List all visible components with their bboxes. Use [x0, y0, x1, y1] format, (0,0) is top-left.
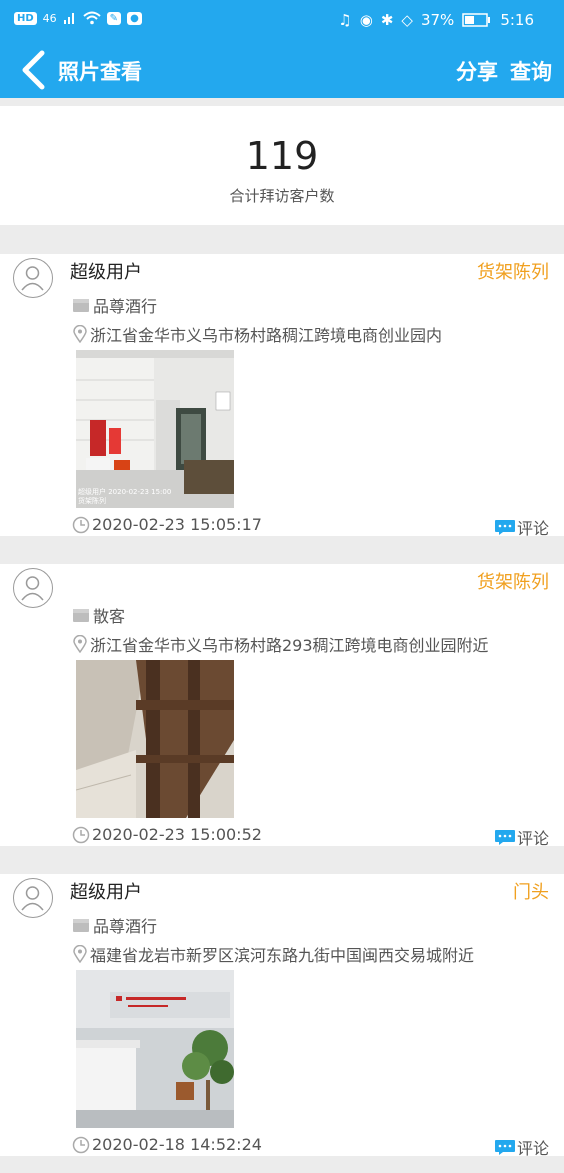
comment-label: 评论	[516, 519, 549, 538]
battery-icon	[462, 13, 491, 27]
avatar	[13, 568, 53, 608]
avatar	[13, 258, 53, 298]
status-left: HD 46 ✎ ●	[14, 11, 142, 25]
visit-photo[interactable]	[76, 660, 234, 818]
time-row: 2020-02-18 14:52:24	[72, 1135, 262, 1154]
wifi-icon	[83, 11, 101, 25]
store-icon	[73, 299, 89, 312]
address-text: 浙江省金华市义乌市杨村路稠江跨境电商创业园内	[90, 326, 443, 345]
store-row: 品尊酒行	[72, 293, 157, 317]
comment-icon	[494, 830, 515, 845]
comment-icon	[494, 1140, 515, 1155]
visit-time: 2020-02-18 14:52:24	[92, 1135, 262, 1154]
visit-photo[interactable]	[76, 970, 234, 1128]
store-row: 散客	[72, 603, 125, 627]
location-icon: ◇	[401, 11, 413, 29]
photo-type-tag: 门头	[513, 882, 549, 903]
location-pin-icon	[73, 945, 87, 963]
comment-button[interactable]: 评论	[494, 825, 549, 849]
store-row: 品尊酒行	[72, 913, 157, 937]
address-row: 浙江省金华市义乌市杨村路稠江跨境电商创业园内	[72, 322, 442, 346]
time-row: 2020-02-23 15:00:52	[72, 825, 262, 844]
store-name: 散客	[93, 607, 126, 626]
user-name: 超级用户	[70, 262, 142, 283]
photo-watermark: 超级用户 2020-02-23 15:00 货架陈列	[78, 488, 172, 505]
user-avatar-icon	[21, 266, 44, 291]
signal-icon	[63, 13, 74, 24]
shield-notify-icon: ●	[127, 11, 142, 25]
time-row: 2020-02-23 15:05:17	[72, 515, 262, 534]
address-text: 浙江省金华市义乌市杨村路293稠江跨境电商创业园附近	[90, 636, 489, 655]
visit-card[interactable]: 货架陈列 散客 浙江省金华市义乌市杨村路293稠江跨境电商创业园附近 2020-…	[0, 564, 564, 849]
store-icon	[73, 919, 89, 932]
back-arrow-icon[interactable]	[16, 50, 52, 90]
query-button[interactable]: 查询	[510, 56, 552, 86]
visit-time: 2020-02-23 15:05:17	[92, 515, 262, 534]
clock-icon	[72, 1136, 90, 1153]
visit-time: 2020-02-23 15:00:52	[92, 825, 262, 844]
visit-photo[interactable]: 超级用户 2020-02-23 15:00 货架陈列	[76, 350, 234, 508]
store-name: 品尊酒行	[93, 917, 158, 936]
avatar	[13, 878, 53, 918]
comment-button[interactable]: 评论	[494, 515, 549, 539]
visit-count: 119	[245, 134, 319, 178]
user-avatar-icon	[21, 576, 44, 601]
clock: 5:16	[500, 11, 534, 29]
nav-bar: 照片查看 分享 查询	[0, 42, 564, 98]
comment-button[interactable]: 评论	[494, 1135, 549, 1159]
address-row: 福建省龙岩市新罗区滨河东路九街中国闽西交易城附近	[72, 942, 474, 966]
location-pin-icon	[73, 635, 87, 653]
summary-panel: 119 合计拜访客户数	[0, 106, 564, 225]
user-avatar-icon	[21, 886, 44, 911]
battery-percent: 37%	[420, 11, 455, 29]
photo-image	[76, 350, 234, 508]
user-name: 超级用户	[70, 882, 142, 903]
photo-type-tag: 货架陈列	[477, 572, 549, 593]
comment-icon	[494, 520, 515, 535]
comment-label: 评论	[516, 1139, 549, 1158]
signal-label: 46	[42, 11, 57, 25]
photo-image	[76, 660, 234, 818]
address-text: 福建省龙岩市新罗区滨河东路九街中国闽西交易城附近	[90, 946, 475, 965]
store-icon	[73, 609, 89, 622]
address-row: 浙江省金华市义乌市杨村路293稠江跨境电商创业园附近	[72, 632, 489, 656]
location-pin-icon	[73, 325, 87, 343]
hd-badge: HD	[14, 11, 37, 25]
headphone-icon: ♫	[338, 11, 352, 29]
visit-card[interactable]: 超级用户 门头 品尊酒行 福建省龙岩市新罗区滨河东路九街中国闽西交易城附近 20…	[0, 874, 564, 1159]
share-button[interactable]: 分享	[456, 56, 498, 86]
clock-icon	[72, 826, 90, 843]
bluetooth-icon: ✱	[380, 11, 394, 29]
status-bar: HD 46 ✎ ● ♫ ◉ ✱ ◇ 37% 5:16	[0, 0, 564, 42]
clock-icon	[72, 516, 90, 533]
photo-type-tag: 货架陈列	[477, 262, 549, 283]
eye-icon: ◉	[359, 11, 373, 29]
comment-label: 评论	[516, 829, 549, 848]
page-title: 照片查看	[58, 60, 142, 84]
visit-count-label: 合计拜访客户数	[229, 187, 335, 205]
visit-card[interactable]: 超级用户 货架陈列 品尊酒行 浙江省金华市义乌市杨村路稠江跨境电商创业园内 超级…	[0, 254, 564, 539]
store-name: 品尊酒行	[93, 297, 158, 316]
app-notify-icon: ✎	[106, 11, 122, 25]
photo-image	[76, 970, 234, 1128]
status-right: ♫ ◉ ✱ ◇ 37% 5:16	[338, 11, 534, 29]
